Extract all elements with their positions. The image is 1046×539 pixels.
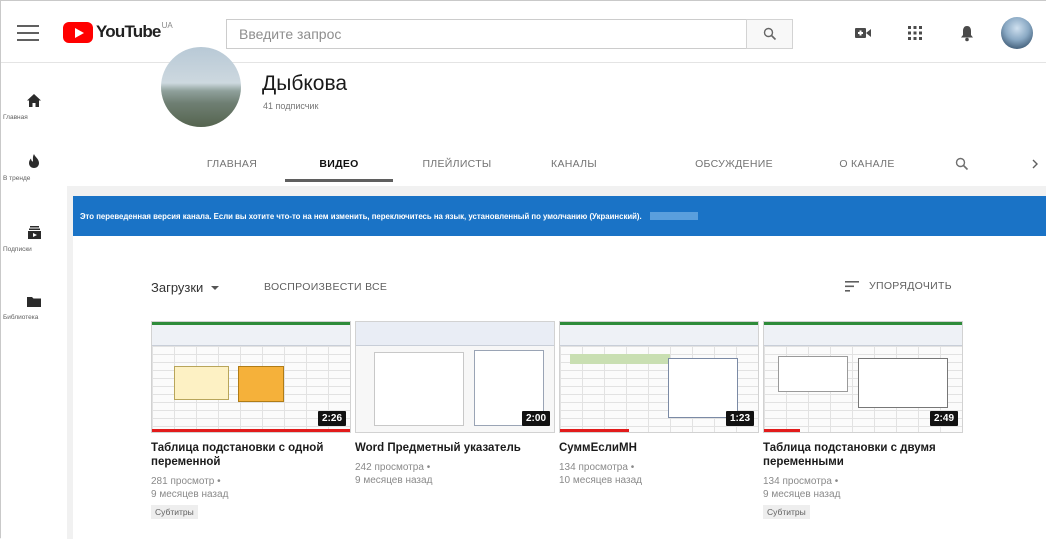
video-duration: 2:00 (521, 411, 550, 426)
video-meta: 242 просмотра • 9 месяцев назад (355, 461, 555, 487)
translation-banner: Это переведенная версия канала. Если вы … (73, 196, 1046, 236)
apps-grid-icon (908, 26, 922, 40)
trending-icon (29, 154, 39, 168)
watch-progress (764, 429, 800, 432)
video-card[interactable]: 1:23 СуммЕслиМН 134 просмотра • 10 месяц… (559, 321, 759, 487)
video-title[interactable]: Таблица подстановки с одной переменной (151, 441, 331, 469)
channel-name: Дыбкова (262, 72, 348, 95)
youtube-logo[interactable]: YouTube UA (63, 21, 173, 43)
sort-button[interactable]: УПОРЯДОЧИТЬ (845, 277, 952, 295)
video-views: 134 просмотра • (559, 462, 635, 473)
video-card[interactable]: 2:26 Таблица подстановки с одной перемен… (151, 321, 351, 520)
sidebar-item-label: Подписки (3, 246, 32, 253)
subscriptions-icon (27, 226, 41, 239)
chevron-right-icon (1032, 159, 1038, 169)
sidebar: Главная В тренде Подписки Библиотека (1, 63, 67, 539)
watch-progress (560, 429, 630, 432)
video-card[interactable]: 2:49 Таблица подстановки с двумя перемен… (763, 321, 963, 520)
channel-avatar[interactable] (161, 47, 241, 127)
tab-about[interactable]: О КАНАЛЕ (822, 145, 912, 183)
video-meta: 281 просмотр • 9 месяцев назад (151, 475, 351, 501)
library-icon (27, 297, 41, 307)
uploads-label: Загрузки (151, 280, 204, 295)
tab-discussion[interactable]: ОБСУЖДЕНИЕ (679, 145, 789, 183)
create-video-button[interactable] (845, 15, 881, 51)
video-camera-icon (855, 28, 871, 38)
video-meta: 134 просмотра • 10 месяцев назад (559, 461, 759, 487)
video-age: 10 месяцев назад (559, 475, 642, 486)
video-title[interactable]: Таблица подстановки с двумя переменными (763, 441, 943, 469)
home-icon (27, 94, 41, 107)
bell-icon (961, 25, 973, 41)
video-thumbnail[interactable]: 2:26 (151, 321, 351, 433)
search-button[interactable] (746, 19, 793, 49)
video-card[interactable]: 2:00 Word Предметный указатель 242 просм… (355, 321, 555, 487)
apps-button[interactable] (897, 15, 933, 51)
logo-region: UA (161, 20, 173, 30)
sidebar-item-trending[interactable]: В тренде (1, 135, 67, 205)
active-tab-indicator (285, 179, 393, 182)
main-content: Дыбкова 41 подписчик ГЛАВНАЯ ВИДЕО ПЛЕЙЛ… (67, 47, 1046, 539)
tab-playlists[interactable]: ПЛЕЙЛИСТЫ (407, 145, 507, 183)
top-bar: YouTube UA (1, 1, 1046, 63)
caret-down-icon (211, 285, 220, 290)
channel-tabs: ГЛАВНАЯ ВИДЕО ПЛЕЙЛИСТЫ КАНАЛЫ ОБСУЖДЕНИ… (67, 145, 1046, 183)
tabs-next-button[interactable] (1025, 145, 1045, 183)
search-bar (226, 19, 793, 49)
video-title[interactable]: СуммЕслиМН (559, 441, 739, 455)
video-duration: 1:23 (725, 411, 754, 426)
logo-text: YouTube (96, 22, 161, 41)
banner-text: Это переведенная версия канала. Если вы … (80, 211, 642, 221)
channel-search-button[interactable] (947, 145, 977, 183)
play-all-button[interactable]: ВОСПРОИЗВЕСТИ ВСЕ (264, 281, 387, 293)
tab-channels[interactable]: КАНАЛЫ (529, 145, 619, 183)
sort-label: УПОРЯДОЧИТЬ (869, 280, 952, 292)
subscriber-count: 41 подписчик (263, 101, 319, 111)
youtube-play-icon (63, 21, 93, 43)
browser-frame: YouTube UA Главная (0, 0, 1046, 539)
video-age: 9 месяцев назад (763, 489, 841, 500)
video-meta: 134 просмотра • 9 месяцев назад (763, 475, 963, 501)
tab-home[interactable]: ГЛАВНАЯ (187, 145, 277, 183)
top-icons (845, 15, 1046, 51)
video-thumbnail[interactable]: 2:49 (763, 321, 963, 433)
videos-section: Загрузки ВОСПРОИЗВЕСТИ ВСЕ УПОРЯДОЧИТЬ 2… (73, 236, 1046, 539)
uploads-dropdown[interactable]: Загрузки (151, 280, 220, 295)
video-duration: 2:26 (317, 411, 346, 426)
channel-header: Дыбкова 41 подписчик ГЛАВНАЯ ВИДЕО ПЛЕЙЛ… (67, 47, 1046, 186)
video-thumbnail[interactable]: 1:23 (559, 321, 759, 433)
video-age: 9 месяцев назад (151, 489, 229, 500)
sidebar-item-subscriptions[interactable]: Подписки (1, 207, 67, 277)
video-duration: 2:49 (929, 411, 958, 426)
search-icon (763, 27, 776, 41)
sidebar-item-label: Главная (3, 114, 28, 121)
watch-progress (152, 429, 350, 432)
menu-icon[interactable] (17, 25, 39, 41)
sidebar-item-library[interactable]: Библиотека (1, 277, 67, 347)
sidebar-item-label: Библиотека (3, 314, 39, 321)
tab-videos[interactable]: ВИДЕО (289, 145, 389, 183)
sort-icon (845, 280, 859, 292)
user-avatar[interactable] (1001, 17, 1033, 49)
video-views: 281 просмотр • (151, 476, 221, 487)
video-title[interactable]: Word Предметный указатель (355, 441, 535, 455)
search-input[interactable] (226, 19, 746, 49)
video-views: 134 просмотра • (763, 476, 839, 487)
search-icon (955, 157, 969, 171)
video-views: 242 просмотра • (355, 462, 431, 473)
notifications-button[interactable] (949, 15, 985, 51)
banner-link[interactable] (649, 212, 698, 220)
subtitles-badge: Субтитры (763, 505, 810, 519)
video-thumbnail[interactable]: 2:00 (355, 321, 555, 433)
sidebar-item-label: В тренде (3, 175, 31, 182)
video-age: 9 месяцев назад (355, 475, 433, 486)
subtitles-badge: Субтитры (151, 505, 198, 519)
